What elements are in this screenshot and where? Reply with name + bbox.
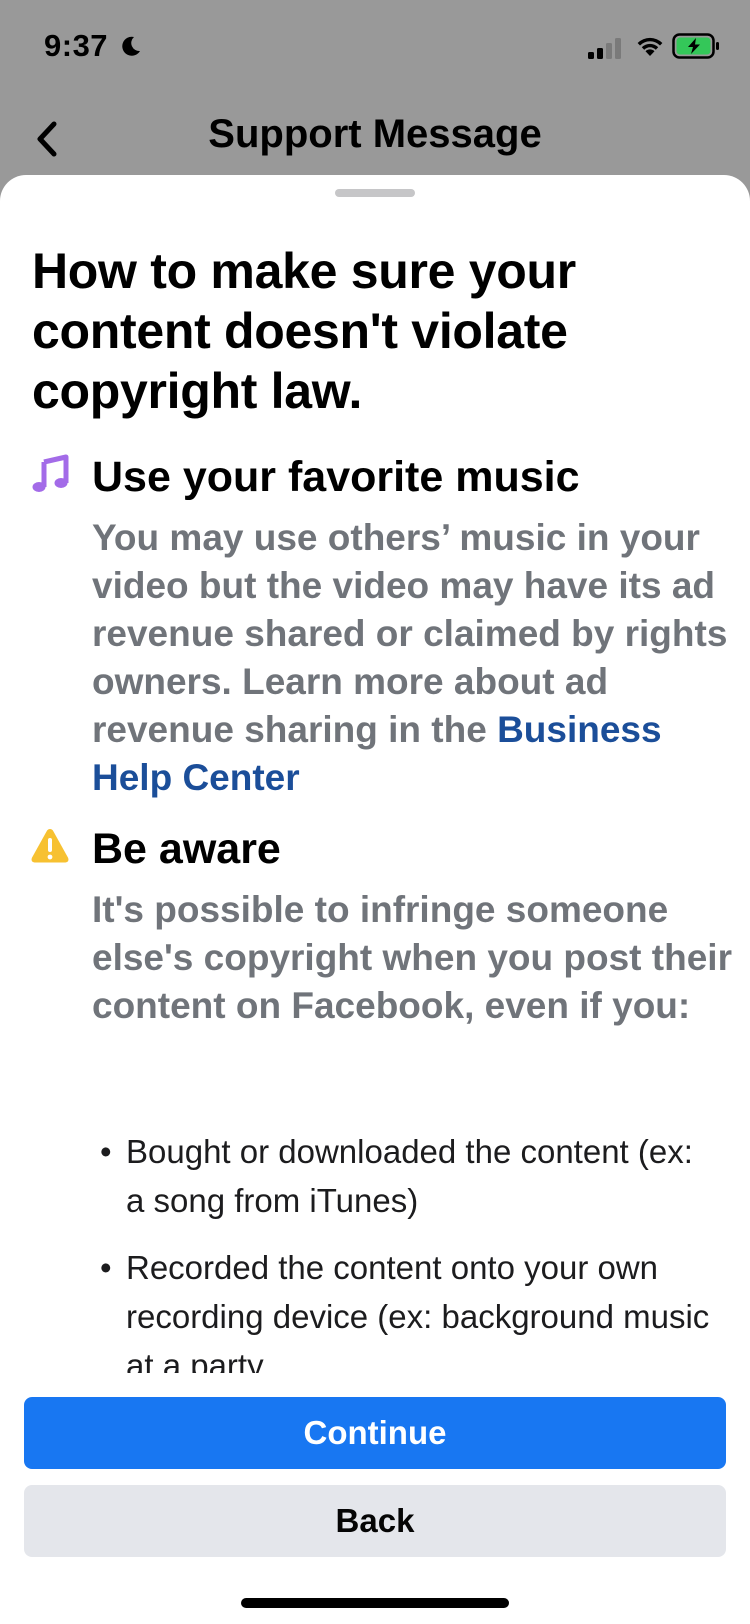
page-title: Support Message — [208, 112, 542, 156]
wifi-icon — [637, 37, 663, 56]
battery-charging-icon — [672, 33, 719, 59]
music-note-icon — [32, 454, 69, 492]
continue-button[interactable]: Continue — [24, 1397, 726, 1469]
bullet-item: Recorded the content onto your own recor… — [100, 1243, 720, 1373]
bullet-item: Bought or downloaded the content (ex: a … — [100, 1127, 720, 1225]
status-bar: 9:37 — [0, 0, 750, 92]
warning-icon — [31, 829, 69, 863]
music-section-title: Use your favorite music — [92, 453, 580, 501]
bottom-sheet: How to make sure your content doesn't vi… — [0, 175, 750, 1624]
aware-section-body: It's possible to infringe someone else's… — [92, 889, 732, 1026]
bullet-list: Bought or downloaded the content (ex: a … — [100, 1127, 720, 1373]
music-section-body: You may use others’ music in your video … — [92, 514, 732, 802]
status-time: 9:37 — [44, 28, 109, 63]
cellular-signal-icon — [588, 38, 621, 59]
home-indicator — [241, 1598, 509, 1608]
aware-section-title: Be aware — [92, 825, 281, 873]
sheet-heading: How to make sure your content doesn't vi… — [32, 243, 576, 419]
scroll-content[interactable]: How to make sure your content doesn't vi… — [0, 175, 750, 1373]
moon-icon — [122, 36, 140, 56]
back-button[interactable]: Back — [24, 1485, 726, 1557]
